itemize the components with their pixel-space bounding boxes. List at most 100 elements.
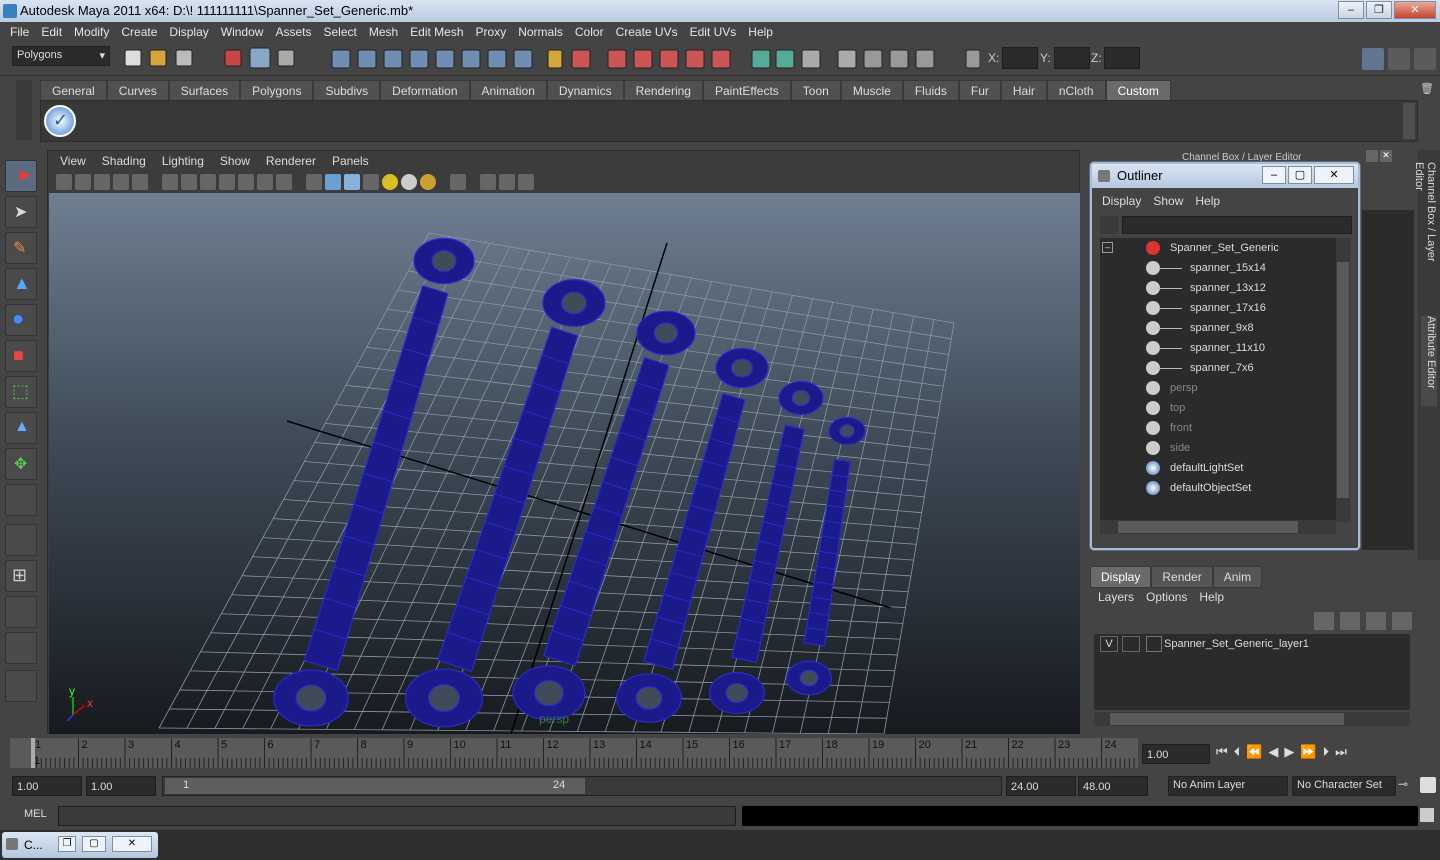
outliner-item[interactable]: spanner_11x10: [1100, 338, 1336, 358]
minimized-close-button[interactable]: ✕: [112, 836, 152, 852]
layer-row[interactable]: V Spanner_Set_Generic_layer1: [1094, 634, 1410, 654]
layer-visibility-toggle[interactable]: V: [1100, 636, 1118, 652]
wireframe-icon[interactable]: [306, 174, 322, 190]
layer-type-toggle[interactable]: [1122, 636, 1140, 652]
anim-layer-dropdown[interactable]: No Anim Layer: [1168, 776, 1288, 796]
character-set-dropdown[interactable]: No Character Set: [1292, 776, 1396, 796]
outliner-horizontal-scrollbar[interactable]: [1100, 520, 1336, 534]
menu-display[interactable]: Display: [163, 25, 214, 39]
script-editor-icon[interactable]: [1420, 808, 1434, 822]
preferences-icon[interactable]: [1420, 777, 1436, 793]
outliner-item[interactable]: spanner_13x12: [1100, 278, 1336, 298]
collapse-toggle-icon[interactable]: –: [1102, 242, 1113, 253]
tool-settings-icon[interactable]: [1388, 48, 1410, 70]
viewport-menu-show[interactable]: Show: [212, 154, 258, 168]
menu-file[interactable]: File: [4, 25, 35, 39]
isolate-select-icon[interactable]: [450, 174, 466, 190]
key-icon[interactable]: ⊸: [1398, 777, 1408, 791]
minimized-maximize-button[interactable]: ▢: [82, 836, 106, 852]
z-field[interactable]: [1104, 47, 1140, 69]
step-forward-key-icon[interactable]: ⏩: [1300, 744, 1316, 760]
camera-select-icon[interactable]: [56, 174, 72, 190]
menu-color[interactable]: Color: [569, 25, 610, 39]
outliner-item[interactable]: top: [1100, 398, 1336, 418]
menu-create-uvs[interactable]: Create UVs: [610, 25, 684, 39]
close-button[interactable]: ✕: [1394, 1, 1436, 19]
universal-manipulator-icon[interactable]: ⬚: [5, 376, 37, 408]
gate-mask-icon[interactable]: [219, 174, 235, 190]
wireframe-on-shaded-icon[interactable]: [344, 174, 360, 190]
outliner-close-button[interactable]: ✕: [1314, 166, 1354, 184]
smooth-shade-icon[interactable]: [325, 174, 341, 190]
shelf-tab-animation[interactable]: Animation: [469, 80, 547, 100]
shelf-tab-ncloth[interactable]: nCloth: [1046, 80, 1106, 100]
outliner-menu-show[interactable]: Show: [1149, 194, 1187, 208]
viewport-menu-lighting[interactable]: Lighting: [154, 154, 212, 168]
menu-window[interactable]: Window: [215, 25, 270, 39]
layer-horizontal-scrollbar[interactable]: [1094, 712, 1410, 726]
textured-icon[interactable]: [363, 174, 379, 190]
menu-mesh[interactable]: Mesh: [363, 25, 404, 39]
scale-tool-icon[interactable]: ■: [5, 340, 37, 372]
range-slider-handle[interactable]: 1 24: [165, 778, 585, 794]
menu-create[interactable]: Create: [115, 25, 163, 39]
lasso-tool-icon[interactable]: ➤: [5, 196, 37, 228]
shelf-tab-rendering[interactable]: Rendering: [623, 80, 703, 100]
layer-tab-display[interactable]: Display: [1090, 566, 1152, 588]
show-manipulator-icon[interactable]: ✥: [5, 448, 37, 480]
shelf-tab-curves[interactable]: Curves: [106, 80, 169, 100]
animation-start-field[interactable]: 1.00: [12, 776, 82, 796]
menu-normals[interactable]: Normals: [512, 25, 569, 39]
play-forwards-icon[interactable]: ▶: [1284, 744, 1294, 760]
menu-assets[interactable]: Assets: [269, 25, 317, 39]
viewport-menu-renderer[interactable]: Renderer: [258, 154, 324, 168]
grid-icon[interactable]: [162, 174, 178, 190]
menu-modify[interactable]: Modify: [68, 25, 115, 39]
outliner-item[interactable]: spanner_15x14: [1100, 258, 1336, 278]
animation-end-field[interactable]: 48.00: [1078, 776, 1148, 796]
shelf-tab-painteffects[interactable]: PaintEffects: [702, 80, 791, 100]
create-empty-layer-icon[interactable]: [1366, 612, 1386, 630]
custom-layout-icon[interactable]: [5, 670, 37, 702]
menu-proxy[interactable]: Proxy: [470, 25, 513, 39]
shelf-tab-custom[interactable]: Custom: [1105, 80, 1171, 100]
last-tool-slot[interactable]: [5, 484, 37, 516]
outliner-menu-display[interactable]: Display: [1098, 194, 1145, 208]
outliner-maximize-button[interactable]: ▢: [1288, 166, 1312, 184]
panel-float-icon[interactable]: [1366, 150, 1378, 162]
menu-edit-mesh[interactable]: Edit Mesh: [404, 25, 469, 39]
minimize-button[interactable]: –: [1338, 1, 1364, 19]
single-pane-layout-icon[interactable]: [5, 524, 37, 556]
minimized-window[interactable]: C... ❐ ▢ ✕: [2, 832, 158, 858]
menu-help[interactable]: Help: [742, 25, 779, 39]
maximize-button[interactable]: ❐: [1366, 1, 1392, 19]
soft-modification-icon[interactable]: ▲: [5, 412, 37, 444]
outliner-item[interactable]: persp: [1100, 378, 1336, 398]
minimized-restore-button[interactable]: ❐: [58, 836, 76, 852]
camera-tools-icon[interactable]: [132, 174, 148, 190]
outliner-vertical-scrollbar[interactable]: [1336, 238, 1350, 522]
outliner-minimize-button[interactable]: –: [1262, 166, 1286, 184]
viewport-menu-shading[interactable]: Shading: [94, 154, 154, 168]
trash-icon[interactable]: 🗑: [1420, 82, 1434, 96]
layer-menu-options[interactable]: Options: [1146, 590, 1187, 604]
shelf-tab-polygons[interactable]: Polygons: [240, 80, 314, 100]
attribute-editor-side-tab[interactable]: Attribute Editor: [1421, 316, 1437, 406]
menu-select[interactable]: Select: [317, 25, 362, 39]
layer-menu-help[interactable]: Help: [1199, 590, 1224, 604]
outliner-item[interactable]: spanner_7x6: [1100, 358, 1336, 378]
outliner-search-field[interactable]: [1122, 216, 1352, 234]
outliner-item[interactable]: defaultObjectSet: [1100, 478, 1336, 498]
shelf-tab-fluids[interactable]: Fluids: [902, 80, 959, 100]
move-tool-icon[interactable]: ▲: [5, 268, 37, 300]
step-back-key-icon[interactable]: ⏪: [1246, 744, 1262, 760]
layer-menu-layers[interactable]: Layers: [1098, 590, 1134, 604]
default-light-icon[interactable]: [382, 174, 398, 190]
shelf-tab-muscle[interactable]: Muscle: [840, 80, 903, 100]
shelf-tab-subdivs[interactable]: Subdivs: [313, 80, 381, 100]
layer-tab-render[interactable]: Render: [1151, 566, 1213, 588]
go-to-start-icon[interactable]: ⏮: [1216, 744, 1228, 760]
field-chart-icon[interactable]: [238, 174, 254, 190]
safe-title-icon[interactable]: [276, 174, 292, 190]
viewport-menu-panels[interactable]: Panels: [324, 154, 377, 168]
